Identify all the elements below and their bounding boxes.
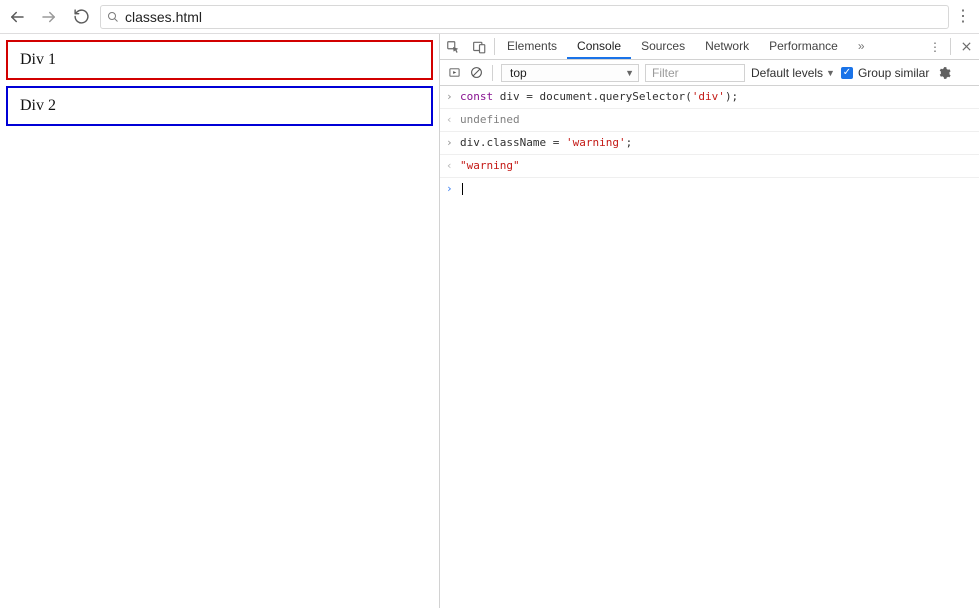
levels-label: Default levels: [751, 66, 823, 80]
devtools-menu-button[interactable]: ⋮: [922, 34, 948, 59]
output-chevron-icon: ‹: [446, 112, 460, 128]
chevron-down-icon: ▼: [625, 68, 634, 78]
console-settings-button[interactable]: [935, 66, 953, 80]
browser-menu-button[interactable]: ⋮: [955, 9, 971, 25]
output-chevron-icon: ‹: [446, 158, 460, 174]
back-button[interactable]: [4, 4, 30, 30]
group-similar-toggle[interactable]: ✓ Group similar: [841, 66, 929, 80]
group-similar-label: Group similar: [858, 66, 929, 80]
tab-sources[interactable]: Sources: [631, 34, 695, 59]
page-div-1: Div 1: [6, 40, 433, 80]
context-selector-value: top: [510, 66, 527, 80]
console-toolbar: top ▼ Filter Default levels ▼ ✓ Group si…: [440, 60, 979, 86]
devtools-panel: Elements Console Sources Network Perform…: [440, 34, 979, 608]
console-input-row: › div.className = 'warning';: [440, 132, 979, 155]
devtools-tabbar: Elements Console Sources Network Perform…: [440, 34, 979, 60]
levels-selector[interactable]: Default levels ▼: [751, 66, 835, 80]
checkbox-checked-icon: ✓: [841, 67, 853, 79]
address-bar[interactable]: classes.html: [100, 5, 949, 29]
context-selector[interactable]: top ▼: [501, 64, 639, 82]
console-output-row: ‹ "warning": [440, 155, 979, 178]
tab-console[interactable]: Console: [567, 34, 631, 59]
console-prompt-input[interactable]: [460, 181, 463, 197]
devtools-close-button[interactable]: [953, 34, 979, 59]
input-chevron-icon: ›: [446, 89, 460, 105]
console-code: div.className = 'warning';: [460, 135, 632, 151]
tab-overflow-button[interactable]: »: [848, 34, 875, 59]
input-chevron-icon: ›: [446, 135, 460, 151]
device-toolbar-button[interactable]: [466, 34, 492, 59]
console-input-row: › const div = document.querySelector('di…: [440, 86, 979, 109]
browser-toolbar: classes.html ⋮: [0, 0, 979, 34]
filter-placeholder: Filter: [652, 66, 679, 80]
inspect-element-button[interactable]: [440, 34, 466, 59]
tab-network[interactable]: Network: [695, 34, 759, 59]
filter-input[interactable]: Filter: [645, 64, 745, 82]
prompt-chevron-icon: ›: [446, 181, 460, 197]
console-code: const div = document.querySelector('div'…: [460, 89, 738, 105]
console-result: undefined: [460, 112, 520, 128]
tab-performance[interactable]: Performance: [759, 34, 848, 59]
forward-button[interactable]: [36, 4, 62, 30]
address-text: classes.html: [125, 9, 202, 25]
console-result: "warning": [460, 158, 520, 174]
page-viewport: Div 1 Div 2: [0, 34, 440, 608]
tab-elements[interactable]: Elements: [497, 34, 567, 59]
page-div-2: Div 2: [6, 86, 433, 126]
text-cursor: [462, 183, 463, 195]
search-icon: [107, 11, 119, 23]
console-body[interactable]: › const div = document.querySelector('di…: [440, 86, 979, 200]
console-prompt-row[interactable]: ›: [440, 178, 979, 200]
reload-button[interactable]: [68, 4, 94, 30]
console-sidebar-toggle[interactable]: [446, 67, 462, 78]
chevron-down-icon: ▼: [826, 68, 835, 78]
console-output-row: ‹ undefined: [440, 109, 979, 132]
clear-console-button[interactable]: [468, 66, 484, 79]
